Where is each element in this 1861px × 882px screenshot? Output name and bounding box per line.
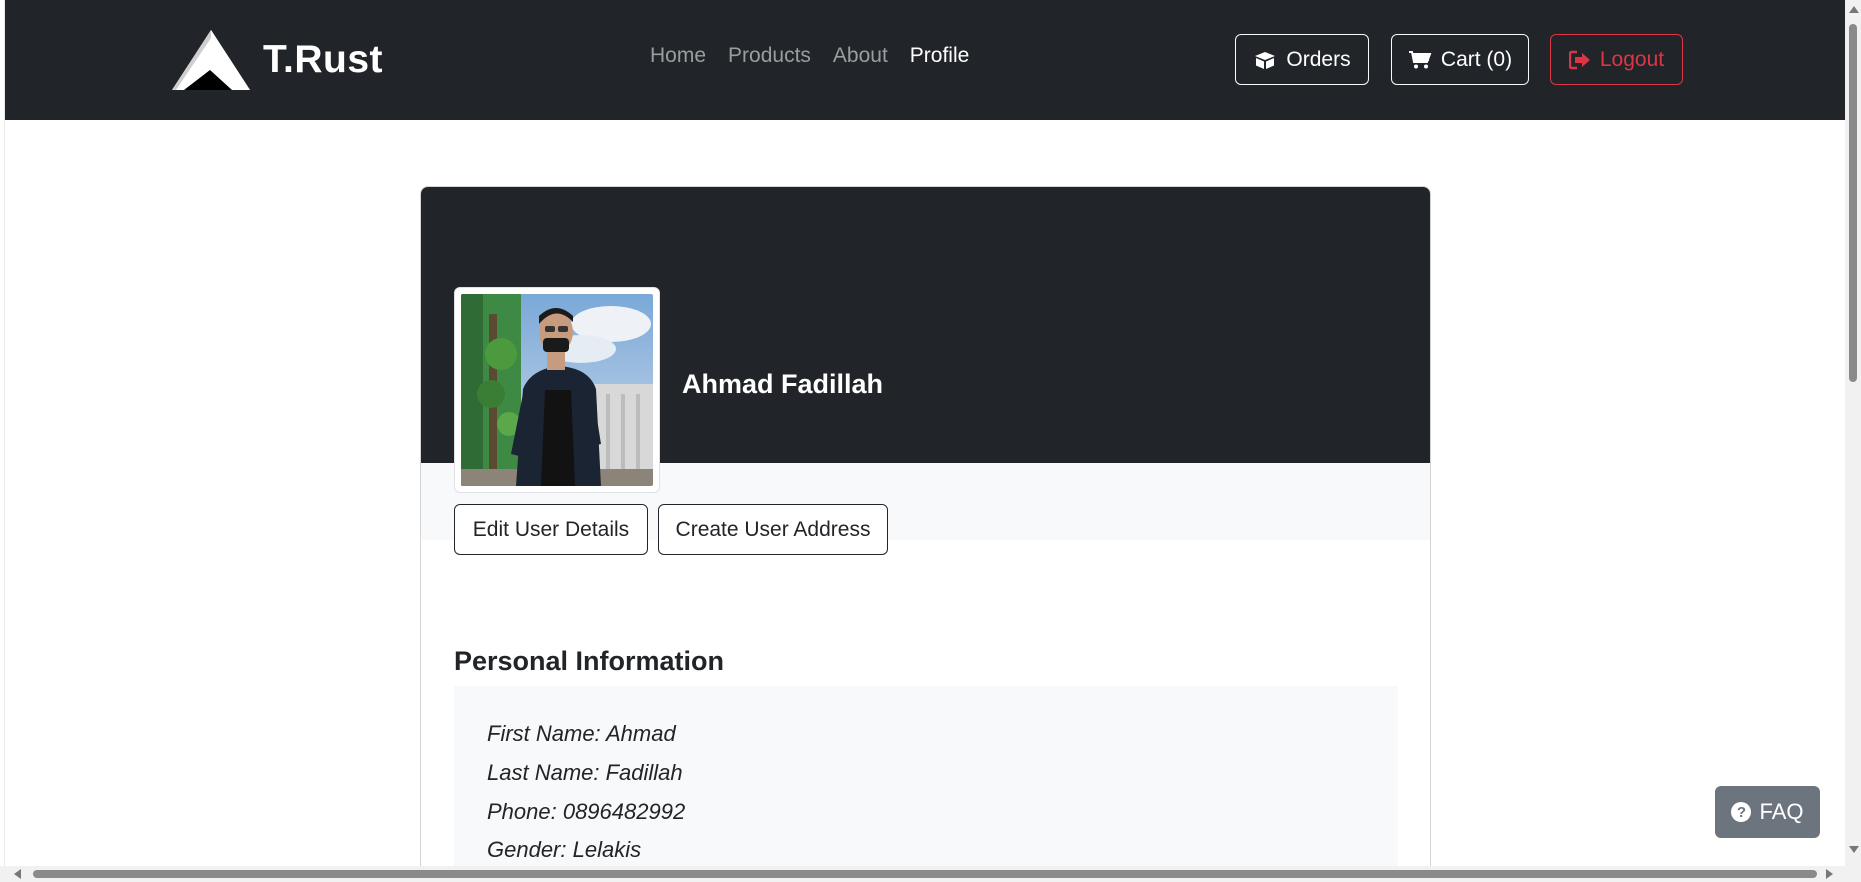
- info-first-name: First Name: Ahmad: [487, 721, 676, 746]
- avatar: [461, 294, 653, 486]
- brand-name: T.Rust: [263, 38, 383, 81]
- brand-logo-icon: [172, 30, 250, 90]
- profile-card: Ahmad Fadillah Edit User Details Create …: [420, 186, 1431, 882]
- logout-label: Logout: [1599, 47, 1665, 71]
- cart-label: Cart (0): [1440, 47, 1513, 71]
- vertical-scrollbar[interactable]: [1845, 0, 1861, 882]
- vertical-scroll-thumb[interactable]: [1849, 24, 1857, 382]
- faq-label: FAQ: [1759, 799, 1804, 824]
- scroll-up-arrow-icon[interactable]: [1849, 6, 1859, 13]
- nav-link-profile[interactable]: Profile: [910, 44, 970, 68]
- faq-button[interactable]: ? FAQ: [1715, 786, 1820, 838]
- scrollbar-corner: [1845, 866, 1861, 882]
- horizontal-scrollbar[interactable]: [0, 866, 1845, 882]
- scroll-down-arrow-icon[interactable]: [1849, 846, 1859, 853]
- orders-button[interactable]: Orders: [1235, 34, 1369, 85]
- edit-user-details-button[interactable]: Edit User Details: [454, 504, 648, 555]
- nav-link-home[interactable]: Home: [650, 44, 706, 68]
- box-icon: [1255, 51, 1276, 69]
- section-title-personal-information: Personal Information: [454, 646, 725, 676]
- scroll-right-arrow-icon[interactable]: [1826, 869, 1833, 879]
- profile-photo: [461, 294, 653, 486]
- page: T.Rust Home Products About Profile Order…: [0, 0, 1861, 882]
- nav-link-about[interactable]: About: [833, 44, 888, 68]
- main-nav: Home Products About Profile: [650, 44, 969, 68]
- nav-link-products[interactable]: Products: [728, 44, 811, 68]
- avatar-frame: [454, 287, 660, 493]
- personal-info-box: First Name: Ahmad Last Name: Fadillah Ph…: [454, 686, 1398, 882]
- question-circle-icon: ?: [1731, 802, 1752, 822]
- info-last-name: Last Name: Fadillah: [487, 760, 683, 785]
- info-gender: Gender: Lelakis: [487, 837, 642, 862]
- user-name: Ahmad Fadillah: [682, 369, 884, 399]
- cart-icon: [1408, 50, 1432, 68]
- scroll-left-arrow-icon[interactable]: [14, 869, 21, 879]
- cart-button[interactable]: Cart (0): [1391, 34, 1529, 85]
- orders-label: Orders: [1286, 47, 1351, 71]
- create-user-address-button[interactable]: Create User Address: [658, 504, 888, 555]
- navbar: T.Rust Home Products About Profile Order…: [5, 0, 1845, 120]
- info-phone: Phone: 0896482992: [487, 799, 686, 824]
- sign-out-icon: [1568, 50, 1590, 69]
- horizontal-scroll-thumb[interactable]: [33, 870, 1817, 878]
- brand[interactable]: T.Rust: [170, 28, 383, 92]
- logout-button[interactable]: Logout: [1550, 34, 1683, 85]
- window-edge: [0, 0, 5, 882]
